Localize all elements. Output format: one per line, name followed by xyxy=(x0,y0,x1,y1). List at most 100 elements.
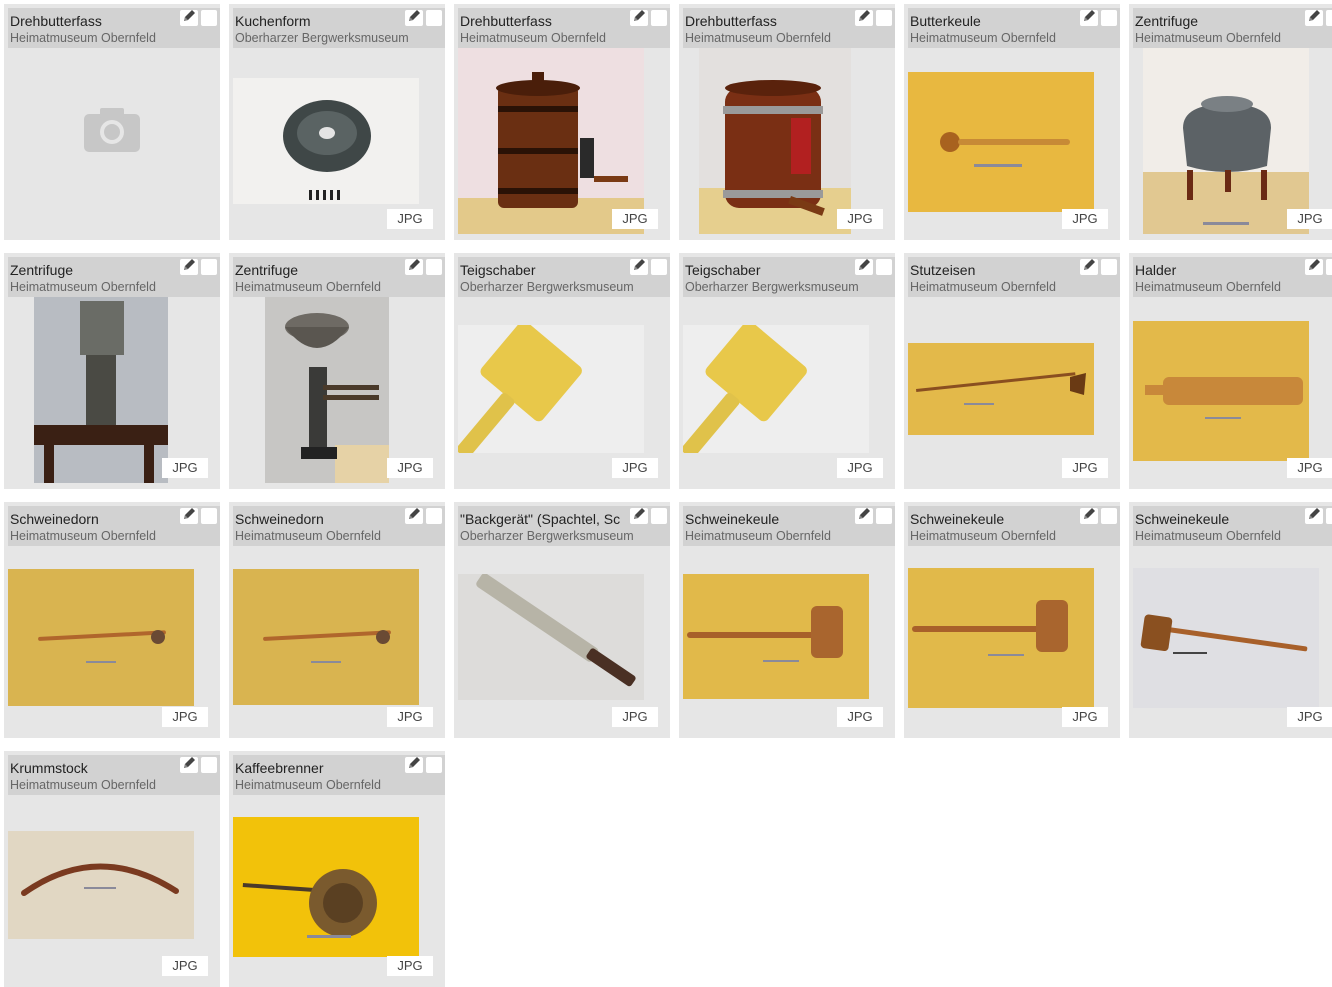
collection-card[interactable]: Teigschaber Oberharzer Bergwerksmuseum JPG xyxy=(454,253,670,489)
select-checkbox[interactable] xyxy=(876,259,892,275)
edit-button[interactable] xyxy=(1305,258,1323,275)
card-source: Heimatmuseum Obernfeld xyxy=(910,280,1056,294)
select-checkbox[interactable] xyxy=(1326,10,1332,26)
collection-card[interactable]: Kuchenform Oberharzer Bergwerksmuseum JPG xyxy=(229,4,445,240)
card-title[interactable]: Teigschaber xyxy=(685,261,851,279)
edit-button[interactable] xyxy=(1080,258,1098,275)
collection-card[interactable]: Schweinedorn Heimatmuseum Obernfeld JPG xyxy=(4,502,220,738)
select-checkbox[interactable] xyxy=(1101,508,1117,524)
card-thumbnail[interactable] xyxy=(683,325,869,453)
card-thumbnail[interactable] xyxy=(458,48,644,234)
edit-button[interactable] xyxy=(180,9,198,26)
card-title[interactable]: Stutzeisen xyxy=(910,261,1076,279)
card-thumbnail[interactable] xyxy=(8,831,194,939)
select-checkbox[interactable] xyxy=(1101,259,1117,275)
card-thumbnail[interactable] xyxy=(233,817,419,957)
edit-button[interactable] xyxy=(855,9,873,26)
card-thumbnail[interactable] xyxy=(908,568,1094,708)
select-checkbox[interactable] xyxy=(426,259,442,275)
edit-button[interactable] xyxy=(855,258,873,275)
card-title[interactable]: Teigschaber xyxy=(460,261,626,279)
select-checkbox[interactable] xyxy=(426,757,442,773)
card-title[interactable]: Drehbutterfass xyxy=(10,12,176,30)
select-checkbox[interactable] xyxy=(651,10,667,26)
card-title[interactable]: Krummstock xyxy=(10,759,176,777)
edit-button[interactable] xyxy=(630,507,648,524)
select-checkbox[interactable] xyxy=(1101,10,1117,26)
card-thumbnail[interactable] xyxy=(699,48,851,234)
select-checkbox[interactable] xyxy=(201,10,217,26)
card-title[interactable]: Butterkeule xyxy=(910,12,1076,30)
card-thumbnail[interactable] xyxy=(233,78,419,204)
card-thumbnail[interactable] xyxy=(265,297,389,483)
card-title[interactable]: Zentrifuge xyxy=(10,261,176,279)
edit-button[interactable] xyxy=(405,507,423,524)
card-thumbnail[interactable] xyxy=(458,574,644,700)
edit-button[interactable] xyxy=(405,9,423,26)
collection-card[interactable]: Kaffeebrenner Heimatmuseum Obernfeld JPG xyxy=(229,751,445,987)
collection-card[interactable]: Schweinekeule Heimatmuseum Obernfeld JPG xyxy=(904,502,1120,738)
select-checkbox[interactable] xyxy=(1326,259,1332,275)
collection-card[interactable]: Schweinekeule Heimatmuseum Obernfeld JPG xyxy=(1129,502,1332,738)
edit-button[interactable] xyxy=(1305,9,1323,26)
edit-button[interactable] xyxy=(630,258,648,275)
card-title[interactable]: Schweinekeule xyxy=(910,510,1076,528)
collection-card[interactable]: Butterkeule Heimatmuseum Obernfeld JPG xyxy=(904,4,1120,240)
card-title[interactable]: Halder xyxy=(1135,261,1301,279)
collection-card[interactable]: Drehbutterfass Heimatmuseum Obernfeld JPG xyxy=(679,4,895,240)
card-thumbnail[interactable] xyxy=(683,574,869,699)
card-thumbnail[interactable] xyxy=(1133,321,1309,461)
collection-card[interactable]: Drehbutterfass Heimatmuseum Obernfeld JPG xyxy=(454,4,670,240)
card-title[interactable]: Schweinedorn xyxy=(235,510,401,528)
select-checkbox[interactable] xyxy=(201,259,217,275)
card-thumbnail[interactable] xyxy=(1133,568,1319,708)
card-title[interactable]: Zentrifuge xyxy=(235,261,401,279)
edit-button[interactable] xyxy=(1080,507,1098,524)
card-thumbnail[interactable] xyxy=(458,325,644,453)
card-title[interactable]: Kaffeebrenner xyxy=(235,759,401,777)
card-thumbnail[interactable] xyxy=(908,72,1094,212)
collection-card[interactable]: Halder Heimatmuseum Obernfeld JPG xyxy=(1129,253,1332,489)
collection-card[interactable]: Zentrifuge Heimatmuseum Obernfeld JPG xyxy=(229,253,445,489)
card-thumbnail[interactable] xyxy=(34,297,168,483)
collection-card[interactable]: Stutzeisen Heimatmuseum Obernfeld JPG xyxy=(904,253,1120,489)
select-checkbox[interactable] xyxy=(651,259,667,275)
select-checkbox[interactable] xyxy=(426,10,442,26)
edit-button[interactable] xyxy=(405,756,423,773)
collection-card[interactable]: Krummstock Heimatmuseum Obernfeld JPG xyxy=(4,751,220,987)
collection-card[interactable]: Schweinedorn Heimatmuseum Obernfeld JPG xyxy=(229,502,445,738)
edit-button[interactable] xyxy=(855,507,873,524)
collection-card[interactable]: Teigschaber Oberharzer Bergwerksmuseum JPG xyxy=(679,253,895,489)
edit-button[interactable] xyxy=(630,9,648,26)
collection-card[interactable]: Zentrifuge Heimatmuseum Obernfeld JPG xyxy=(4,253,220,489)
collection-card[interactable]: Drehbutterfass Heimatmuseum Obernfeld xyxy=(4,4,220,240)
select-checkbox[interactable] xyxy=(426,508,442,524)
collection-card[interactable]: Schweinekeule Heimatmuseum Obernfeld JPG xyxy=(679,502,895,738)
card-title[interactable]: Schweinekeule xyxy=(685,510,851,528)
collection-card[interactable]: "Backgerät" (Spachtel, Sc Oberharzer Berg… xyxy=(454,502,670,738)
edit-button[interactable] xyxy=(180,756,198,773)
card-thumbnail[interactable] xyxy=(8,569,194,706)
card-title[interactable]: Zentrifuge xyxy=(1135,12,1301,30)
select-checkbox[interactable] xyxy=(651,508,667,524)
card-title[interactable]: Drehbutterfass xyxy=(685,12,851,30)
edit-button[interactable] xyxy=(1305,507,1323,524)
edit-button[interactable] xyxy=(180,507,198,524)
edit-button[interactable] xyxy=(1080,9,1098,26)
select-checkbox[interactable] xyxy=(876,10,892,26)
edit-button[interactable] xyxy=(180,258,198,275)
card-thumbnail[interactable] xyxy=(233,569,419,705)
select-checkbox[interactable] xyxy=(201,757,217,773)
edit-button[interactable] xyxy=(405,258,423,275)
collection-card[interactable]: Zentrifuge Heimatmuseum Obernfeld JPG xyxy=(1129,4,1332,240)
card-title[interactable]: Drehbutterfass xyxy=(460,12,626,30)
select-checkbox[interactable] xyxy=(876,508,892,524)
select-checkbox[interactable] xyxy=(201,508,217,524)
card-title[interactable]: "Backgerät" (Spachtel, Sc xyxy=(460,510,626,528)
card-thumbnail[interactable] xyxy=(908,343,1094,435)
select-checkbox[interactable] xyxy=(1326,508,1332,524)
card-thumbnail[interactable] xyxy=(1143,48,1309,234)
card-title[interactable]: Schweinedorn xyxy=(10,510,176,528)
card-title[interactable]: Kuchenform xyxy=(235,12,401,30)
card-title[interactable]: Schweinekeule xyxy=(1135,510,1301,528)
